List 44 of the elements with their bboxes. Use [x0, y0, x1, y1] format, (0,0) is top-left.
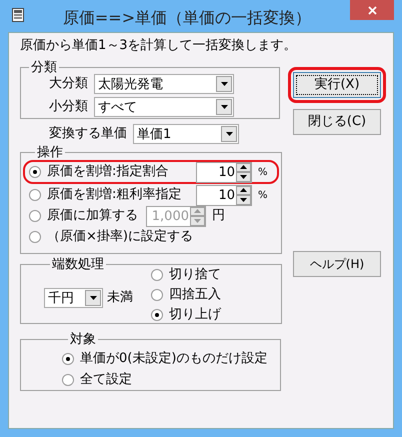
group-title: 操作: [36, 146, 64, 159]
number-spinner[interactable]: 10: [196, 162, 252, 182]
radio-button[interactable]: [62, 352, 74, 364]
option-label: 単価が0(未設定)のものだけ設定: [80, 350, 268, 368]
dropdown-field[interactable]: 単価1: [133, 124, 239, 144]
unit-suffix-label: 未満: [107, 289, 133, 308]
dialog-button[interactable]: 実行(X): [293, 72, 381, 98]
radio-button[interactable]: [151, 289, 163, 301]
number-spinner[interactable]: 10: [196, 184, 252, 206]
option-label: 原価を割増:指定割合: [47, 164, 170, 180]
field-label: 変換する単価: [49, 125, 127, 144]
group-title: 分類: [30, 61, 58, 74]
radio-button[interactable]: [151, 269, 163, 281]
option-label: 全て設定: [80, 370, 132, 389]
spin-arrows-icon[interactable]: [236, 186, 251, 204]
radio-button[interactable]: [29, 189, 41, 201]
dialog-button[interactable]: 閉じる(C): [293, 109, 381, 135]
radio-button[interactable]: [29, 166, 41, 178]
app-icon: [12, 8, 24, 22]
group-title: 端数処理: [51, 258, 105, 271]
option-label: 四捨五入: [169, 286, 221, 304]
radio-button[interactable]: [29, 231, 41, 243]
window-title: 原価==>単価（単価の一括変換）: [62, 7, 312, 29]
radio-button[interactable]: [62, 374, 74, 386]
help-button[interactable]: ヘルプ(H): [293, 251, 381, 277]
description-text: 原価から単価1～3を計算して一括変換します。: [20, 38, 298, 54]
dropdown-field[interactable]: 千円: [44, 288, 103, 308]
spin-arrows-icon[interactable]: [236, 162, 251, 182]
group-title: 対象: [69, 333, 97, 346]
field-label: 大分類: [49, 75, 88, 94]
dropdown-field[interactable]: すべて: [94, 97, 234, 117]
option-label: 原価に加算する: [47, 208, 138, 224]
option-label: 切り上げ: [169, 306, 221, 324]
unit-label: %: [258, 188, 268, 202]
field-label: 小分類: [49, 98, 88, 116]
option-label: 原価を割増:粗利率指定: [47, 187, 182, 203]
option-label: （原価×掛率)に設定する: [47, 229, 193, 245]
close-icon: [368, 6, 376, 14]
option-label: 切り捨て: [169, 266, 221, 284]
dropdown-field[interactable]: 太陽光発電: [94, 74, 234, 94]
radio-button[interactable]: [151, 309, 163, 321]
unit-label: %: [258, 166, 268, 180]
close-button[interactable]: [350, 0, 394, 20]
unit-label: 円: [212, 207, 225, 226]
